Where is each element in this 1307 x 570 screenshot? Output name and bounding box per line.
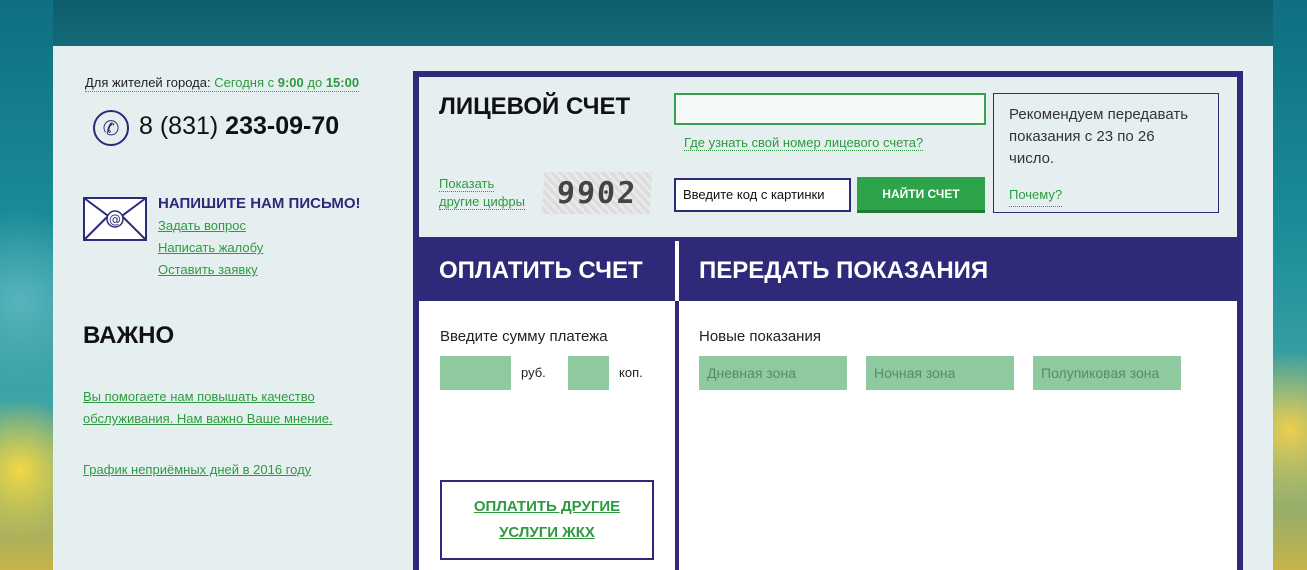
day-zone-placeholder: Дневная зона	[707, 365, 796, 381]
recommendation-box: Рекомендуем передавать показания с 23 по…	[993, 93, 1219, 213]
main-block: ЛИЦЕВОЙ СЧЕТ Где узнать свой номер лицев…	[413, 71, 1243, 570]
where-find-account-link[interactable]: Где узнать свой номер лицевого счета?	[684, 135, 924, 151]
top-band	[53, 0, 1273, 46]
important-title: ВАЖНО	[83, 322, 175, 349]
account-panel: ЛИЦЕВОЙ СЧЕТ Где узнать свой номер лицев…	[419, 77, 1237, 237]
leave-request-link[interactable]: Оставить заявку	[158, 262, 258, 277]
new-readings-label: Новые показания	[699, 328, 821, 345]
pay-bill-header: ОПЛАТИТЬ СЧЕТ	[439, 257, 643, 284]
hours-to: 15:00	[325, 75, 360, 90]
account-title: ЛИЦЕВОЙ СЧЕТ	[439, 93, 631, 120]
hours-to-word: до	[303, 75, 326, 90]
kopecks-unit: коп.	[619, 365, 643, 380]
day-zone-input[interactable]: Дневная зона	[699, 356, 847, 390]
ask-question-link[interactable]: Задать вопрос	[158, 218, 246, 233]
semi-peak-zone-input[interactable]: Полупиковая зона	[1033, 356, 1181, 390]
show-other-digits-link[interactable]: Показать другие цифры	[439, 175, 525, 211]
hours-prefix: Для жителей города:	[85, 75, 215, 90]
show-digits-line2: другие цифры	[439, 194, 525, 210]
kopecks-input[interactable]	[568, 356, 609, 390]
recommendation-text: Рекомендуем передавать показания с 23 по…	[1009, 106, 1189, 167]
semi-peak-zone-placeholder: Полупиковая зона	[1041, 365, 1160, 381]
account-number-input[interactable]	[674, 93, 986, 125]
pay-other-services-button[interactable]: ОПЛАТИТЬ ДРУГИЕ УСЛУГИ ЖКХ	[440, 480, 654, 560]
phone-icon: ✆	[93, 110, 129, 146]
hours-today: Сегодня с	[214, 75, 278, 90]
write-complaint-link[interactable]: Написать жалобу	[158, 240, 263, 255]
write-us-title: НАПИШИТЕ НАМ ПИСЬМО!	[158, 195, 361, 212]
submit-readings-header: ПЕРЕДАТЬ ПОКАЗАНИЯ	[699, 257, 989, 284]
night-zone-input[interactable]: Ночная зона	[866, 356, 1014, 390]
why-link[interactable]: Почему?	[1009, 184, 1063, 207]
amount-label: Введите сумму платежа	[440, 328, 608, 345]
working-hours: Для жителей города: Сегодня с 9:00 до 15…	[85, 75, 360, 92]
svg-text:@: @	[109, 213, 121, 227]
page-content: Для жителей города: Сегодня с 9:00 до 15…	[53, 46, 1273, 570]
show-digits-line1: Показать	[439, 176, 495, 192]
left-sidebar: Для жителей города: Сегодня с 9:00 до 15…	[53, 46, 413, 570]
closed-days-schedule-link[interactable]: График неприёмных дней в 2016 году	[83, 459, 311, 481]
captcha-image: 9902	[541, 172, 653, 214]
captcha-input[interactable]: Введите код с картинки	[674, 178, 851, 212]
night-zone-placeholder: Ночная зона	[874, 365, 956, 381]
phone-digits: 233-09-70	[225, 112, 340, 140]
readings-panel: Новые показания Дневная зона Ночная зона…	[679, 301, 1237, 570]
phone-number[interactable]: 8 (831) 233-09-70	[139, 112, 339, 141]
hours-from: 9:00	[277, 75, 304, 90]
find-account-button[interactable]: НАЙТИ СЧЕТ	[857, 177, 985, 213]
envelope-icon: @	[83, 197, 147, 241]
rubles-unit: руб.	[521, 365, 546, 380]
phone-prefix: 8 (831)	[139, 112, 226, 140]
rubles-input[interactable]	[440, 356, 511, 390]
feedback-link[interactable]: Вы помогаете нам повышать качество обслу…	[83, 386, 373, 430]
pay-bill-panel: Введите сумму платежа руб. коп. ОПЛАТИТЬ…	[419, 301, 675, 570]
